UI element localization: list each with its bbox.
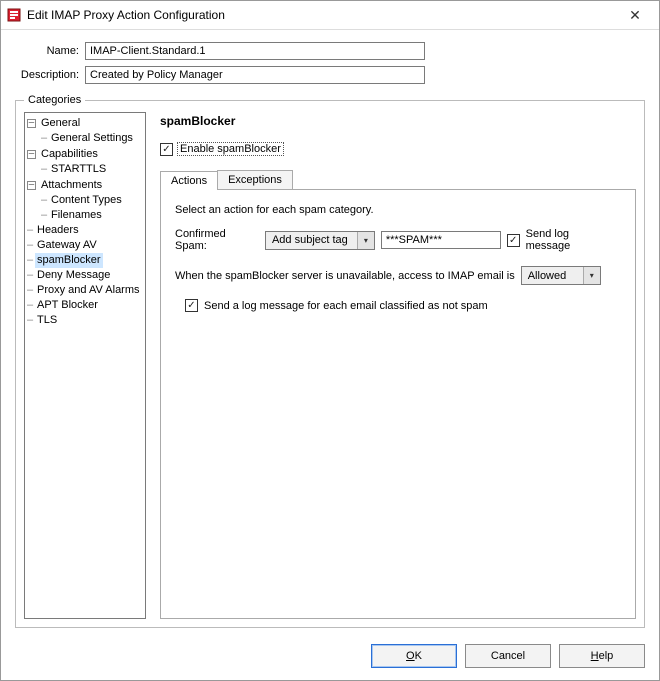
tabs: Actions Exceptions bbox=[160, 170, 636, 189]
header-form: Name: Description: bbox=[1, 30, 659, 94]
not-spam-log-label: Send a log message for each email classi… bbox=[204, 300, 488, 312]
description-input[interactable] bbox=[85, 66, 425, 84]
tree-node-capabilities[interactable]: – Capabilities bbox=[27, 147, 100, 162]
cancel-button[interactable]: Cancel bbox=[465, 644, 551, 668]
settings-panel: spamBlocker Enable spamBlocker Actions E… bbox=[146, 112, 636, 619]
categories-legend: Categories bbox=[24, 94, 85, 106]
ok-button[interactable]: OK bbox=[371, 644, 457, 668]
name-input[interactable] bbox=[85, 42, 425, 60]
categories-tree[interactable]: – General –General Settings – Capabiliti… bbox=[24, 112, 146, 619]
tree-node-content-types[interactable]: –Content Types bbox=[41, 193, 124, 208]
tree-node-spamblocker[interactable]: –spamBlocker bbox=[27, 253, 103, 268]
chevron-down-icon: ▾ bbox=[583, 267, 600, 284]
close-button[interactable]: ✕ bbox=[615, 3, 655, 27]
panel-title: spamBlocker bbox=[160, 114, 636, 128]
enable-spamblocker-checkbox[interactable] bbox=[160, 143, 173, 156]
name-label: Name: bbox=[17, 45, 85, 57]
tab-actions[interactable]: Actions bbox=[160, 171, 218, 190]
tree-node-proxy-av-alarms[interactable]: –Proxy and AV Alarms bbox=[27, 283, 142, 298]
enable-spamblocker-label: Enable spamBlocker bbox=[177, 142, 284, 156]
collapse-icon[interactable]: – bbox=[27, 119, 36, 128]
confirmed-spam-tag-input[interactable] bbox=[381, 231, 501, 249]
enable-spamblocker-row: Enable spamBlocker bbox=[160, 142, 636, 156]
description-label: Description: bbox=[17, 69, 85, 81]
dialog-window: Edit IMAP Proxy Action Configuration ✕ N… bbox=[0, 0, 660, 681]
help-button[interactable]: Help bbox=[559, 644, 645, 668]
not-spam-log-row: Send a log message for each email classi… bbox=[185, 299, 621, 312]
tree-node-filenames[interactable]: –Filenames bbox=[41, 208, 104, 223]
send-log-label: Send log message bbox=[526, 228, 615, 252]
tree-node-tls[interactable]: –TLS bbox=[27, 313, 59, 328]
not-spam-log-checkbox[interactable] bbox=[185, 299, 198, 312]
tree-node-attachments[interactable]: – Attachments bbox=[27, 178, 104, 193]
categories-group: Categories – General –General Settings bbox=[15, 94, 645, 628]
tree-node-deny-message[interactable]: –Deny Message bbox=[27, 268, 112, 283]
instructions-text: Select an action for each spam category. bbox=[175, 204, 621, 216]
tree-node-general-settings[interactable]: –General Settings bbox=[41, 131, 135, 146]
collapse-icon[interactable]: – bbox=[27, 181, 36, 190]
window-title: Edit IMAP Proxy Action Configuration bbox=[27, 8, 615, 22]
unavailable-text: When the spamBlocker server is unavailab… bbox=[175, 270, 515, 282]
close-icon: ✕ bbox=[629, 7, 641, 24]
tab-panel-actions: Select an action for each spam category.… bbox=[160, 189, 636, 619]
app-icon bbox=[7, 8, 21, 22]
unavailable-row: When the spamBlocker server is unavailab… bbox=[175, 266, 621, 285]
tree-node-apt-blocker[interactable]: –APT Blocker bbox=[27, 298, 100, 313]
chevron-down-icon: ▾ bbox=[357, 232, 374, 249]
tree-node-headers[interactable]: –Headers bbox=[27, 223, 81, 238]
unavailable-action-combo[interactable]: Allowed ▾ bbox=[521, 266, 601, 285]
titlebar: Edit IMAP Proxy Action Configuration ✕ bbox=[1, 1, 659, 30]
confirmed-spam-label: Confirmed Spam: bbox=[175, 228, 259, 252]
send-log-checkbox[interactable] bbox=[507, 234, 520, 247]
confirmed-spam-row: Confirmed Spam: Add subject tag ▾ Send l… bbox=[175, 228, 621, 252]
tree-node-general[interactable]: – General bbox=[27, 116, 82, 131]
tab-exceptions[interactable]: Exceptions bbox=[217, 170, 293, 189]
tree-node-starttls[interactable]: –STARTTLS bbox=[41, 162, 108, 177]
tree-node-gateway-av[interactable]: –Gateway AV bbox=[27, 238, 99, 253]
collapse-icon[interactable]: – bbox=[27, 150, 36, 159]
confirmed-spam-action-combo[interactable]: Add subject tag ▾ bbox=[265, 231, 375, 250]
dialog-buttons: OK Cancel Help bbox=[1, 634, 659, 680]
